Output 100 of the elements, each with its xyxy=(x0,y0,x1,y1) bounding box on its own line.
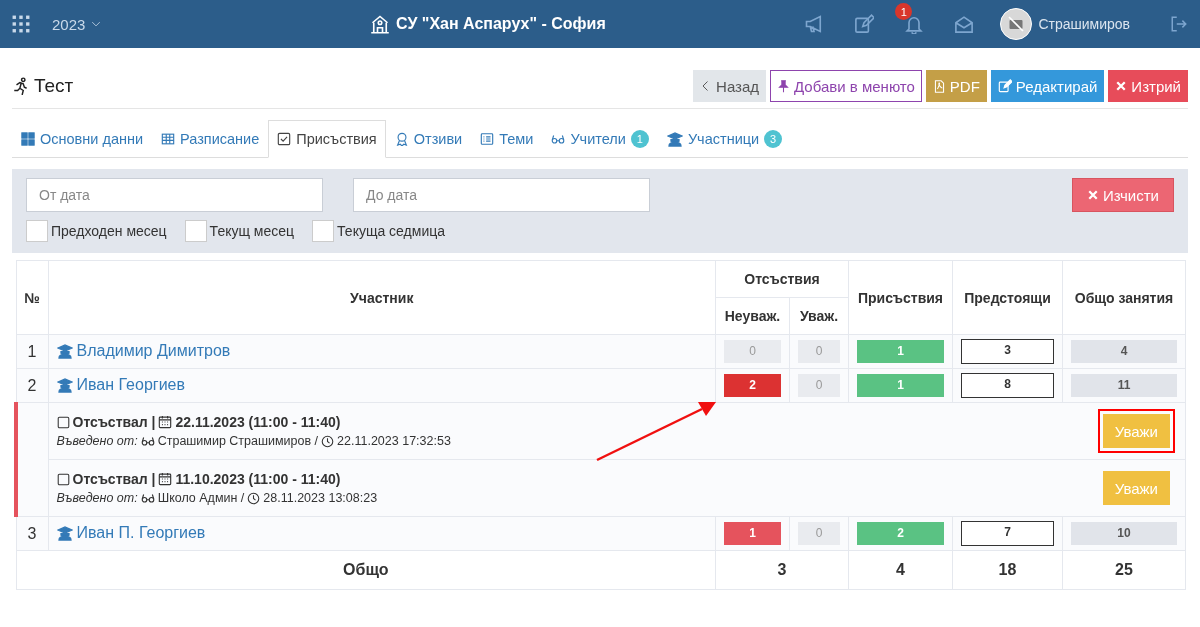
table-cell: 3 xyxy=(16,516,48,551)
table-cell: 2 xyxy=(16,368,48,403)
clock-icon xyxy=(321,434,335,448)
notification-badge: 1 xyxy=(895,3,913,20)
table-cell: 18 xyxy=(952,550,1063,590)
absence-status: Отсъствал | xyxy=(72,471,156,487)
pdf-button[interactable]: PDF xyxy=(925,70,987,102)
square-icon xyxy=(56,472,70,486)
table-cell: Общо xyxy=(16,550,716,590)
grid-icon xyxy=(21,132,35,146)
edit-icon xyxy=(997,79,1012,93)
file-icon xyxy=(932,79,946,93)
user-name[interactable]: Страшимиров xyxy=(1038,16,1130,32)
count-badge: 1 xyxy=(857,374,944,397)
absence-status: Отсъствал | xyxy=(72,414,156,430)
count-badge: 1 xyxy=(630,130,649,148)
clear-button[interactable]: Изчисти xyxy=(1071,178,1174,212)
chevron-down-icon xyxy=(91,19,102,29)
running-person-icon xyxy=(12,77,30,95)
pin-button[interactable]: Добави в менюто xyxy=(770,70,922,102)
count-badge: 3 xyxy=(764,130,783,148)
tab[interactable]: Основни данни xyxy=(12,120,153,158)
calendar-icon xyxy=(158,415,173,429)
count-badge: 10 xyxy=(1071,522,1177,545)
tab[interactable]: Присъствия xyxy=(268,120,386,158)
bell-icon xyxy=(904,14,925,34)
edit-icon xyxy=(854,14,875,34)
envelope-icon xyxy=(954,14,975,34)
column-header: Участник xyxy=(48,260,716,335)
checkbox[interactable] xyxy=(26,220,48,242)
count-badge: 0 xyxy=(724,340,781,363)
glasses-icon xyxy=(551,132,566,146)
count-badge: 3 xyxy=(961,339,1054,364)
table-cell: 1 xyxy=(16,334,48,369)
checkbox[interactable] xyxy=(184,220,207,242)
tab[interactable]: Отзиви xyxy=(385,120,472,158)
apps-grid-icon xyxy=(12,15,30,33)
column-header: Общо занятия xyxy=(1062,260,1186,335)
entered-by-label: Въведено от: xyxy=(56,491,138,505)
count-badge: 0 xyxy=(798,522,840,545)
checkbox-icon xyxy=(277,132,292,146)
camera-off-icon xyxy=(1008,16,1025,32)
participant-link[interactable]: Владимир Димитров xyxy=(56,341,231,360)
checkbox[interactable] xyxy=(312,220,335,242)
graduate-icon xyxy=(666,131,683,147)
participant-link[interactable]: Иван Георгиев xyxy=(56,375,185,394)
tab[interactable]: Разписание xyxy=(152,120,269,158)
entered-at: 28.11.2023 13:08:23 xyxy=(263,491,378,505)
award-icon xyxy=(394,132,409,146)
list-icon xyxy=(480,132,495,146)
graduate-icon xyxy=(56,376,73,393)
count-badge: 1 xyxy=(724,522,781,545)
delete-button[interactable]: Изтрий xyxy=(1108,70,1188,102)
table-icon xyxy=(161,132,176,146)
entered-by-label: Въведено от: xyxy=(56,434,138,448)
checkbox-label[interactable]: Предходен месец xyxy=(51,223,167,239)
entered-at: 22.11.2023 17:32:53 xyxy=(337,434,451,448)
checkbox-label[interactable]: Текущ месец xyxy=(209,223,295,239)
count-badge: 0 xyxy=(798,374,840,397)
column-header: Неуваж. xyxy=(715,297,790,335)
column-header: Отсъствия xyxy=(715,260,849,298)
graduate-icon xyxy=(56,524,73,541)
to-date-field[interactable]: До дата xyxy=(353,178,650,212)
absence-date: 11.10.2023 (11:00 - 11:40) xyxy=(175,471,341,487)
school-icon xyxy=(370,14,391,34)
avatar[interactable] xyxy=(1000,8,1033,40)
clock-icon xyxy=(247,491,261,505)
year-selector[interactable]: 2023 xyxy=(52,15,102,33)
count-badge: 11 xyxy=(1071,374,1177,397)
tab[interactable]: Участници 3 xyxy=(657,120,792,158)
table-cell: 4 xyxy=(848,550,953,590)
count-badge: 2 xyxy=(857,522,944,545)
tab[interactable]: Учители 1 xyxy=(542,120,658,158)
page-title: Тест xyxy=(34,75,74,97)
checkbox-label[interactable]: Текуща седмица xyxy=(337,223,445,239)
school-title: СУ "Хан Аспарух" - София xyxy=(396,15,606,33)
participant-link[interactable]: Иван П. Георгиев xyxy=(56,523,206,542)
calendar-icon xyxy=(158,472,173,486)
pin-icon xyxy=(777,79,791,93)
from-date-field[interactable]: От дата xyxy=(26,178,323,212)
tab[interactable]: Теми xyxy=(471,120,543,158)
absence-date: 22.11.2023 (11:00 - 11:40) xyxy=(175,414,341,430)
column-header: № xyxy=(16,260,48,335)
count-badge: 2 xyxy=(724,374,781,397)
table-cell: 25 xyxy=(1062,550,1186,590)
entered-by: Страшимир Страшимиров / xyxy=(157,434,319,448)
count-badge: 7 xyxy=(961,521,1054,546)
back-button[interactable]: Назад xyxy=(693,70,767,102)
logout-icon xyxy=(1170,15,1188,33)
glasses-icon xyxy=(140,491,155,505)
count-badge: 4 xyxy=(1071,340,1177,363)
close-icon xyxy=(1115,80,1128,92)
column-header: Присъствия xyxy=(848,260,953,335)
edit-button[interactable]: Редактирай xyxy=(990,70,1105,102)
table-cell: 3 xyxy=(715,550,849,590)
column-header: Предстоящи xyxy=(952,260,1063,335)
count-badge: 1 xyxy=(857,340,944,363)
close-icon xyxy=(1086,189,1099,201)
count-badge: 8 xyxy=(961,373,1054,398)
graduate-icon xyxy=(56,342,73,359)
